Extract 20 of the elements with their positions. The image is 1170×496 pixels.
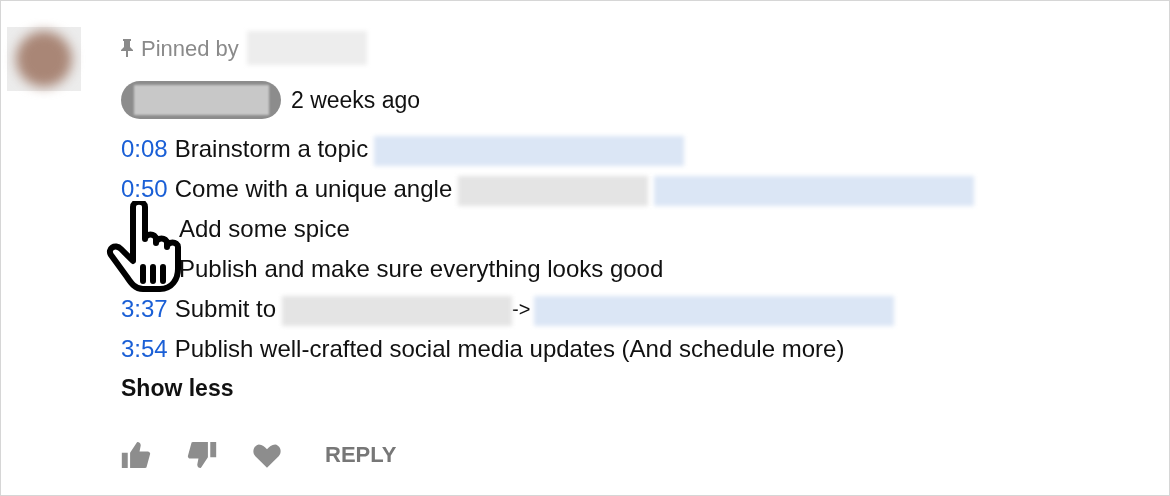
pinned-label: Pinned by [141, 34, 239, 63]
show-less-button[interactable]: Show less [121, 371, 234, 406]
author-chip[interactable] [121, 81, 281, 119]
arrow-text: -> [512, 297, 531, 322]
thumbs-down-icon[interactable] [187, 441, 217, 468]
comment-line: Brainstorm a topic [174, 134, 369, 164]
timestamp-link[interactable]: 0:08 [121, 131, 168, 167]
post-time: 2 weeks ago [291, 85, 421, 115]
comment-line: Add some spice [179, 214, 350, 244]
timestamp-link[interactable]: 3:54 [121, 331, 168, 367]
comment-line: Come with a unique angle [174, 174, 453, 204]
comment-line: Publish well-crafted social media updates (And schedule more) [174, 334, 845, 364]
avatar[interactable] [7, 27, 81, 91]
reply-button[interactable]: REPLY [325, 438, 397, 471]
comment-line: Publish and make sure everything looks good [179, 254, 664, 284]
comment-line: Submit to [174, 294, 277, 324]
timestamp-link[interactable]: 0:50 [121, 171, 168, 207]
thumbs-up-icon[interactable] [121, 441, 151, 468]
timestamp-link[interactable]: 3:37 [121, 291, 168, 327]
pin-icon [121, 39, 133, 57]
